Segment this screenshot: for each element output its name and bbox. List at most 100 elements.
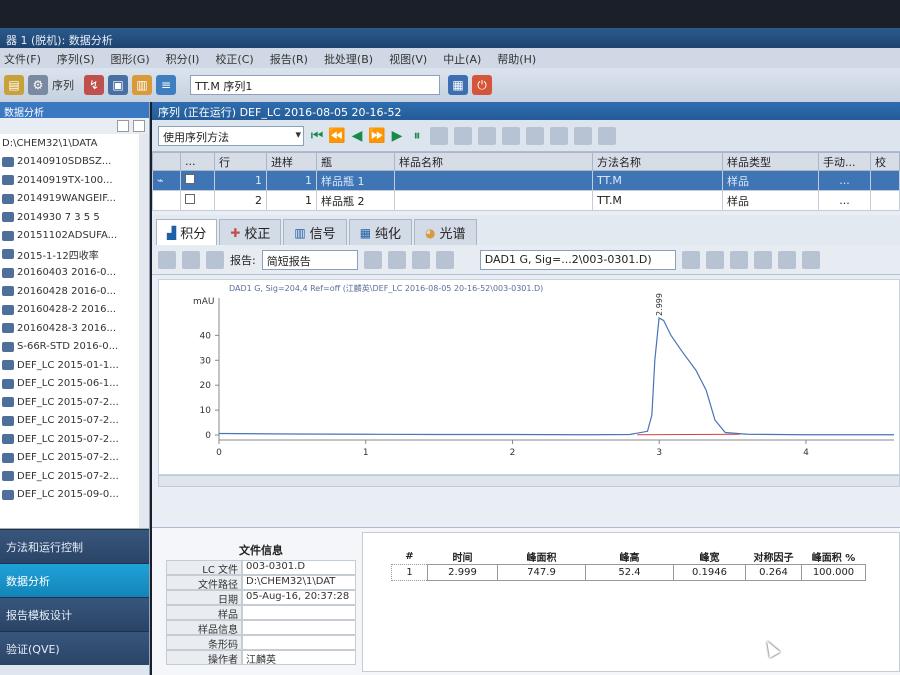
power-icon[interactable]: ⏻ — [472, 75, 492, 95]
save-icon[interactable]: ▣ — [108, 75, 128, 95]
window-title: 器 1 (脱机): 数据分析 — [6, 34, 113, 47]
signal-select[interactable]: DAD1 G, Sig=...2\003-0301.D) — [479, 249, 676, 270]
tree-item[interactable]: 20160403 2016-0... — [0, 264, 149, 283]
tree-item[interactable]: DEF_LC 2015-07-2... — [0, 467, 149, 486]
table-view-icon[interactable]: ▦ — [448, 75, 468, 95]
nav-verification[interactable]: 验证(QVE) — [0, 631, 149, 665]
tree-item[interactable]: DEF_LC 2015-07-2... — [0, 412, 149, 431]
open-icon[interactable]: ▤ — [4, 75, 24, 95]
zoom-in-icon[interactable] — [705, 250, 724, 269]
tree-item[interactable]: DEF_LC 2015-01-1... — [0, 356, 149, 375]
forward-icon[interactable]: ⏩ — [368, 128, 385, 144]
table-row[interactable]: 2 1 样品瓶 2 TT.M 样品 ... — [152, 190, 900, 211]
tree-scrollbar[interactable] — [139, 134, 149, 528]
menu-item-graphics[interactable]: 图形(G) — [111, 51, 150, 66]
column-header[interactable]: 进样 — [266, 152, 317, 171]
chromatogram-plot[interactable]: mAU 0 10 20 30 40 0 1 2 3 4 2.999 — [159, 280, 899, 470]
integrate-icon[interactable] — [158, 250, 176, 269]
menu-item-sequence[interactable]: 序列(S) — [57, 51, 95, 66]
report-export-icon[interactable] — [435, 250, 454, 269]
previous-icon[interactable]: ⏪ — [328, 128, 345, 144]
tree-close-icon[interactable] — [133, 120, 145, 132]
tree-item[interactable]: 2015-1-12四收率 — [0, 245, 149, 264]
tools-icon[interactable]: ⚙ — [28, 75, 48, 95]
menu-item-integration[interactable]: 积分(I) — [166, 51, 200, 66]
pause-circle-icon[interactable] — [598, 126, 616, 145]
tree-item[interactable]: 20140919TX-100... — [0, 171, 149, 190]
tab-calibration[interactable]: ✚ 校正 — [219, 219, 282, 245]
play-icon[interactable]: ▶ — [390, 128, 404, 144]
edit-events-icon[interactable] — [206, 250, 224, 269]
menu-item-report[interactable]: 报告(R) — [270, 51, 308, 66]
tab-purity[interactable]: ▦ 纯化 — [348, 219, 413, 245]
tree-minimize-icon[interactable] — [117, 120, 129, 132]
menu-item-help[interactable]: 帮助(H) — [497, 51, 536, 66]
chromatogram[interactable]: DAD1 G, Sig=204,4 Ref=off (江麟英\DEF_LC 20… — [158, 279, 900, 475]
report-copy-icon[interactable] — [387, 250, 406, 269]
stop-icon[interactable] — [574, 126, 592, 145]
signal-options-icon[interactable] — [681, 250, 700, 269]
nav-data-analysis[interactable]: 数据分析 — [0, 563, 149, 597]
zoom-out-icon[interactable] — [729, 250, 748, 269]
column-header[interactable]: ... — [180, 152, 215, 171]
tree-item[interactable]: 20160428-3 2016... — [0, 319, 149, 338]
column-header[interactable]: 瓶 — [316, 152, 395, 171]
tree-item[interactable]: DEF_LC 2015-07-2... — [0, 449, 149, 468]
tree-item[interactable]: 20140910SDBSZ... — [0, 153, 149, 172]
export-icon[interactable] — [526, 126, 544, 145]
column-header[interactable]: 手动... — [818, 152, 871, 171]
tree-item[interactable]: DEF_LC 2015-07-2... — [0, 430, 149, 449]
tree-item[interactable]: S-66R-STD 2016-0... — [0, 338, 149, 357]
menu-item-file[interactable]: 文件(F) — [4, 51, 41, 66]
tree-item[interactable]: DEF_LC 2015-07-2... — [0, 393, 149, 412]
nav-method-run-control[interactable]: 方法和运行控制 — [0, 529, 149, 563]
row-checkbox[interactable] — [185, 174, 195, 184]
column-header[interactable]: 校 — [870, 152, 900, 171]
table-icon[interactable] — [430, 126, 448, 145]
tree-item[interactable]: DEF_LC 2015-06-1... — [0, 375, 149, 394]
load-icon[interactable]: ↯ — [84, 75, 104, 95]
layout-icon[interactable] — [454, 126, 472, 145]
menu-item-view[interactable]: 视图(V) — [389, 51, 427, 66]
overlay-icon[interactable] — [777, 250, 796, 269]
save-icon[interactable] — [478, 126, 496, 145]
tree-item[interactable]: D:\CHEM32\1\DATA — [0, 134, 149, 153]
chart-scrollbar[interactable] — [158, 475, 900, 487]
tab-signal[interactable]: ▥ 信号 — [283, 219, 347, 245]
tree-item[interactable]: DEF_LC 2015-09-0... — [0, 486, 149, 505]
menu-item-batch[interactable]: 批处理(B) — [324, 51, 373, 66]
sequence-select[interactable]: TT.M 序列1 — [190, 75, 440, 95]
back-icon[interactable]: ◀ — [350, 128, 364, 144]
pointer-icon[interactable] — [753, 250, 772, 269]
auto-integrate-icon[interactable] — [182, 250, 200, 269]
column-header[interactable]: 样品名称 — [394, 152, 593, 171]
tree-item[interactable]: 2014919WANGEIF... — [0, 190, 149, 209]
nav-report-layout[interactable]: 报告模板设计 — [0, 597, 149, 631]
report-print-icon[interactable] — [411, 250, 430, 269]
tree-item[interactable]: 2014930 7 3 5 5 — [0, 208, 149, 227]
print-icon[interactable]: ▥ — [132, 75, 152, 95]
menu-item-calibration[interactable]: 校正(C) — [215, 51, 253, 66]
tab-spectrum[interactable]: ◕ 光谱 — [414, 219, 477, 245]
row-checkbox[interactable] — [185, 194, 195, 204]
tree-item[interactable]: 20151102ADSUFA... — [0, 227, 149, 246]
report-style-select[interactable]: 简短报告 — [261, 249, 358, 270]
column-header[interactable]: 方法名称 — [592, 152, 723, 171]
tab-integration[interactable]: ▟ 积分 — [156, 219, 218, 245]
annotate-icon[interactable] — [801, 250, 820, 269]
run-label[interactable]: 序列 — [52, 77, 74, 93]
table-row[interactable]: 1 2.999 747.9 52.4 0.1946 0.264 100.000 — [391, 564, 866, 581]
tree-item[interactable]: 20160428-2 2016... — [0, 301, 149, 320]
column-header[interactable]: 样品类型 — [722, 152, 819, 171]
report-preview-icon[interactable] — [363, 250, 382, 269]
first-icon[interactable]: ⏮ — [310, 128, 324, 144]
sequence-icon[interactable]: ≡ — [156, 75, 176, 95]
pause-icon[interactable]: ⏸ — [410, 128, 424, 144]
tree-item[interactable]: 20160428 2016-0... — [0, 282, 149, 301]
menu-item-abort[interactable]: 中止(A) — [443, 51, 481, 66]
method-select[interactable]: 使用序列方法 — [158, 125, 304, 146]
table-row[interactable]: ⌁ 1 1 样品瓶 1 TT.M 样品 ... — [152, 170, 900, 191]
print-icon[interactable] — [502, 126, 520, 145]
column-header[interactable]: 行 — [214, 152, 267, 171]
share-icon[interactable] — [550, 126, 568, 145]
